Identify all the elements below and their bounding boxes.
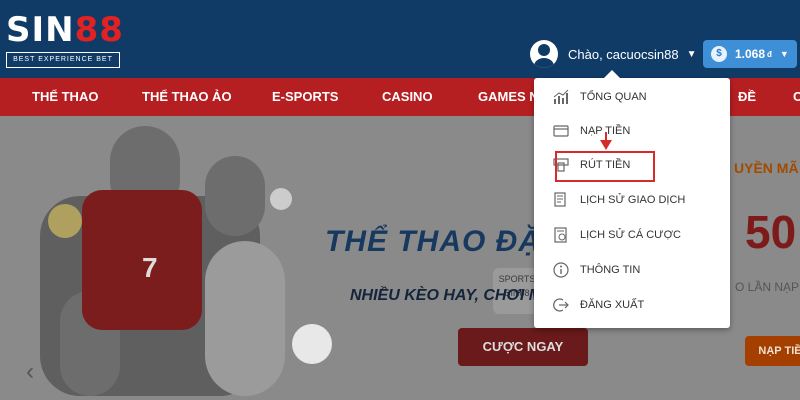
annotation-arrow-icon xyxy=(600,140,612,150)
chart-icon xyxy=(552,88,570,106)
avatar xyxy=(530,40,558,68)
menu-item-label: ĐĂNG XUẤT xyxy=(580,299,645,311)
volleyball-icon xyxy=(48,204,82,238)
logout-icon xyxy=(552,296,570,314)
withdraw-highlight-box xyxy=(555,151,655,182)
deposit-promo-button[interactable]: NẠP TIỀ xyxy=(745,336,800,366)
promo-heading: UYỀN MÃ xyxy=(734,160,799,176)
bet-now-button[interactable]: CƯỢC NGAY xyxy=(458,328,588,366)
banner-title: THỂ THAO ĐẶC xyxy=(325,225,564,258)
coin-icon: $ xyxy=(711,46,727,62)
card-icon xyxy=(552,122,570,140)
menu-item-transaction-history[interactable]: LỊCH SỬ GIAO DỊCH xyxy=(552,183,722,217)
history-icon xyxy=(552,191,570,209)
menu-item-deposit[interactable]: NẠP TIỀN xyxy=(552,114,722,148)
nav-item-virtual-sports[interactable]: THỂ THAO ẢO xyxy=(142,78,232,116)
menu-item-logout[interactable]: ĐĂNG XUẤT xyxy=(552,288,722,322)
nav-item-more[interactable]: C xyxy=(793,78,800,116)
account-dropdown-menu: TỔNG QUAN NẠP TIỀN RÚT TIỀN LỊCH SỬ GIAO… xyxy=(534,70,730,328)
logo-accent-text: 88 xyxy=(74,10,124,50)
soccer-ball-icon xyxy=(292,324,332,364)
chevron-down-icon: ▼ xyxy=(686,48,697,60)
user-menu-toggle[interactable]: Chào, cacuocsin88 ▼ xyxy=(530,37,696,71)
balance-button[interactable]: $ 1.068 đ ▼ xyxy=(703,40,797,68)
menu-item-info[interactable]: THÔNG TIN xyxy=(552,253,722,287)
menu-item-bet-history[interactable]: LỊCH SỬ CÁ CƯỢC xyxy=(552,218,722,252)
logo-main-text: SIN xyxy=(6,10,75,50)
balance-chevron-icon: ▼ xyxy=(779,49,789,59)
logo-wordmark: SIN88 xyxy=(6,10,124,50)
site-logo[interactable]: SIN88 BEST EXPERIENCE BET xyxy=(6,10,141,72)
menu-item-overview[interactable]: TỔNG QUAN xyxy=(552,80,722,114)
top-header: SIN88 BEST EXPERIENCE BET Chào, cacuocsi… xyxy=(0,0,800,78)
info-icon xyxy=(552,261,570,279)
slider-prev-arrow-icon[interactable]: ‹ xyxy=(26,358,34,386)
soccer-player-image xyxy=(205,241,285,396)
nav-item-casino[interactable]: CASINO xyxy=(382,78,433,116)
nav-item-sports[interactable]: THỂ THAO xyxy=(32,78,98,116)
menu-item-label: LỊCH SỬ GIAO DỊCH xyxy=(580,194,686,206)
bet-history-icon xyxy=(552,226,570,244)
promo-amount: 50 xyxy=(745,206,797,258)
nav-item-games[interactable]: GAMES NI xyxy=(478,78,542,116)
balance-unit: đ xyxy=(767,49,772,59)
promo-caption: O LẦN NẠP xyxy=(735,280,800,294)
menu-item-label: TỔNG QUAN xyxy=(580,91,647,103)
greeting-text: Chào, cacuocsin88 xyxy=(568,46,679,62)
nav-item-esports[interactable]: E-SPORTS xyxy=(272,78,338,116)
logo-tagline: BEST EXPERIENCE BET xyxy=(6,52,120,68)
nav-item-lottery[interactable]: ĐỀ xyxy=(738,78,756,116)
baseball-icon xyxy=(270,188,292,210)
menu-item-label: THÔNG TIN xyxy=(580,264,641,276)
banner-subtitle: NHIỀU KÈO HAY, CHƠI M xyxy=(350,287,543,304)
jersey-number: 7 xyxy=(142,252,158,283)
menu-item-label: LỊCH SỬ CÁ CƯỢC xyxy=(580,229,681,241)
american-football-player-image xyxy=(205,156,265,236)
balance-value: 1.068 xyxy=(735,47,766,61)
